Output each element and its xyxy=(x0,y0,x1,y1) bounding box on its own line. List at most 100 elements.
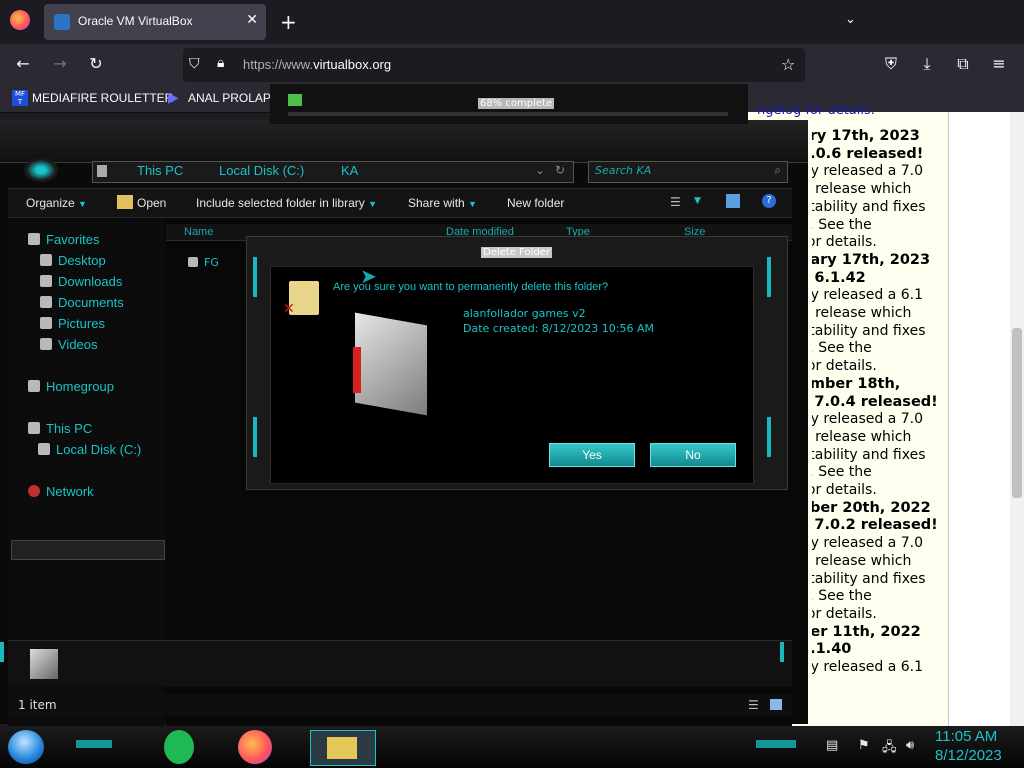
page-scrollbar[interactable] xyxy=(1010,112,1024,726)
progress-track xyxy=(288,112,728,116)
nav-homegroup[interactable]: Homegroup xyxy=(28,379,114,394)
tab-title: Oracle VM VirtualBox xyxy=(78,14,193,28)
folder-icon xyxy=(327,737,357,759)
spotify-icon[interactable] xyxy=(164,730,194,764)
organize-button[interactable]: Organize ▼ xyxy=(26,196,87,210)
show-hidden-icons[interactable]: ▤ xyxy=(826,738,838,753)
date-created: Date created: 8/12/2023 10:56 AM xyxy=(463,322,655,335)
preview-pane-icon[interactable] xyxy=(726,194,740,208)
news-line: stability and fixes xyxy=(812,570,926,587)
virtualbox-favicon-icon xyxy=(54,14,70,30)
taskbar-accent xyxy=(76,740,112,748)
browser-tab[interactable]: Oracle VM VirtualBox ✕ xyxy=(44,4,266,40)
browser-toolbar: ← → ↻ ⛉ 🔒︎ https://www.virtualbox.org ☆ … xyxy=(0,44,1024,86)
nav-desktop[interactable]: Desktop xyxy=(40,253,106,268)
downloads-folder-icon xyxy=(40,275,52,287)
frame-accent xyxy=(767,417,771,457)
shield-icon[interactable]: ⛉ xyxy=(189,56,200,72)
nav-documents[interactable]: Documents xyxy=(40,295,124,310)
downloads-icon[interactable]: ⤓ xyxy=(916,54,938,74)
news-line: ber 11th, 2022 xyxy=(812,623,921,640)
back-arrow-icon[interactable]: ← xyxy=(12,54,34,73)
clock-time[interactable]: 11:05 AM xyxy=(935,728,997,745)
details-view-icon[interactable]: ☰ xyxy=(748,698,759,712)
frame-accent xyxy=(253,417,257,457)
close-tab-icon[interactable]: ✕ xyxy=(246,12,258,28)
column-name[interactable]: Name xyxy=(184,226,213,238)
news-line: ay released a 7.0 xyxy=(812,411,923,428)
action-center-flag-icon[interactable]: ⚑ xyxy=(858,738,870,753)
change-view-icon[interactable]: ☰ xyxy=(670,195,681,209)
news-line: s. See the xyxy=(812,588,872,605)
nav-videos[interactable]: Videos xyxy=(40,337,98,352)
nav-favorites[interactable]: Favorites xyxy=(28,232,99,247)
frame-accent xyxy=(780,642,784,662)
nav-local-disk[interactable]: Local Disk (C:) xyxy=(38,442,141,457)
nav-downloads[interactable]: Downloads xyxy=(40,274,122,289)
pocket-icon[interactable]: ⛨ xyxy=(880,54,902,74)
clock-date[interactable]: 8/12/2023 xyxy=(935,747,1002,764)
search-input[interactable]: Search KA ⌕ xyxy=(588,161,788,183)
item-count: 1 item xyxy=(18,698,57,712)
share-with-button[interactable]: Share with ▼ xyxy=(408,196,477,210)
breadcrumb-local-disk[interactable]: Local Disk (C:) xyxy=(219,163,304,178)
homegroup-icon xyxy=(28,380,40,392)
nav-pictures[interactable]: Pictures xyxy=(40,316,105,331)
scrollbar-thumb[interactable] xyxy=(1012,328,1022,498)
firefox-icon[interactable] xyxy=(238,730,272,764)
list-all-tabs-chevron-icon[interactable]: ⌄ xyxy=(845,12,856,27)
forward-arrow-icon[interactable]: → xyxy=(49,54,71,73)
bookmark-mediafire[interactable]: MEDIAFIRE ROULETTER xyxy=(32,91,173,105)
breadcrumb-ka[interactable]: KA xyxy=(341,163,358,178)
folder-path-icon xyxy=(97,165,107,177)
network-icon xyxy=(28,485,40,497)
no-button[interactable]: No xyxy=(650,443,736,467)
taskbar: ▤ ⚑ 🖧︎ 🔊︎ 11:05 AM 8/12/2023 xyxy=(0,726,1024,768)
bookmark-star-icon[interactable]: ☆ xyxy=(781,55,795,74)
open-button[interactable]: Open xyxy=(137,196,166,210)
url-bar[interactable]: ⛉ 🔒︎ https://www.virtualbox.org ☆ xyxy=(183,48,805,82)
frame-accent xyxy=(253,257,257,297)
news-line: e release which xyxy=(812,552,912,569)
bookmark-anal-prolaps[interactable]: ANAL PROLAPS xyxy=(188,91,279,105)
include-in-library-button[interactable]: Include selected folder in library ▼ xyxy=(196,196,377,210)
url-text[interactable]: https://www.virtualbox.org xyxy=(243,57,391,72)
address-bar[interactable]: This PC Local Disk (C:) KA ⌄ ↻ xyxy=(92,161,574,183)
new-folder-button[interactable]: New folder xyxy=(507,196,564,210)
address-dropdown-icon[interactable]: ⌄ xyxy=(535,163,545,177)
favorites-star-icon xyxy=(28,233,40,245)
search-icon[interactable]: ⌕ xyxy=(774,163,781,178)
nav-selection-highlight xyxy=(11,540,165,560)
start-button[interactable] xyxy=(8,730,44,764)
news-line: x 6.1.42 xyxy=(812,269,866,286)
news-line: uary 17th, 2023 xyxy=(812,251,931,268)
volume-icon[interactable]: 🔊︎ xyxy=(906,738,914,753)
bookmark-favicon-icon: ▶ xyxy=(168,90,179,106)
status-bar: 1 item ☰ xyxy=(8,694,792,716)
list-item[interactable]: FG xyxy=(188,256,219,269)
help-icon[interactable]: ? xyxy=(762,194,776,208)
refresh-icon[interactable]: ↻ xyxy=(555,163,565,177)
hamburger-menu-icon[interactable]: ≡ xyxy=(988,54,1010,73)
news-line: ay released a 6.1 xyxy=(812,287,923,304)
nav-network[interactable]: Network xyxy=(28,484,94,499)
back-forward-orb-icon[interactable] xyxy=(24,158,58,182)
large-folder-thumbnail-icon xyxy=(355,312,427,416)
nav-this-pc[interactable]: This PC xyxy=(28,421,92,436)
news-line: for details. xyxy=(812,358,877,375)
firefox-view-icon[interactable] xyxy=(10,10,30,30)
extensions-icon[interactable]: ⧉ xyxy=(952,54,974,74)
yes-button[interactable]: Yes xyxy=(549,443,635,467)
news-line: s. See the xyxy=(812,464,872,481)
new-tab-button[interactable]: + xyxy=(280,10,297,34)
file-explorer-icon[interactable] xyxy=(310,730,376,766)
network-tray-icon[interactable]: 🖧︎ xyxy=(882,738,897,760)
computer-icon xyxy=(28,422,40,434)
progress-label: 68% complete xyxy=(478,98,555,109)
large-icons-view-icon[interactable] xyxy=(770,699,782,710)
reload-icon[interactable]: ↻ xyxy=(85,54,107,73)
breadcrumb-this-pc[interactable]: This PC xyxy=(137,163,183,178)
videos-icon xyxy=(40,338,52,350)
lock-icon[interactable]: 🔒︎ xyxy=(217,55,224,71)
view-dropdown-icon[interactable]: ▼ xyxy=(694,196,701,206)
